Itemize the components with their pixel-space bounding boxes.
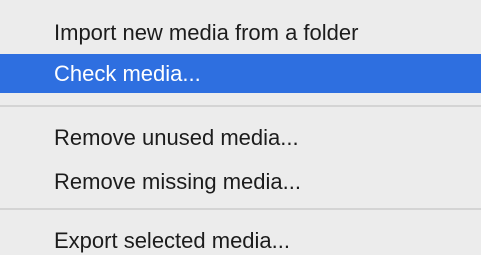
- menu-item-export-selected-media[interactable]: Export selected media...: [0, 221, 481, 255]
- menu-item-import-media[interactable]: Import new media from a folder: [0, 13, 481, 52]
- menu-item-remove-missing-media[interactable]: Remove missing media...: [0, 162, 481, 201]
- menu-item-check-media[interactable]: Check media...: [0, 54, 481, 93]
- menu-separator: [0, 105, 481, 107]
- context-menu: Import new media from a folder Check med…: [0, 0, 481, 255]
- menu-separator: [0, 208, 481, 210]
- menu-item-remove-unused-media[interactable]: Remove unused media...: [0, 118, 481, 157]
